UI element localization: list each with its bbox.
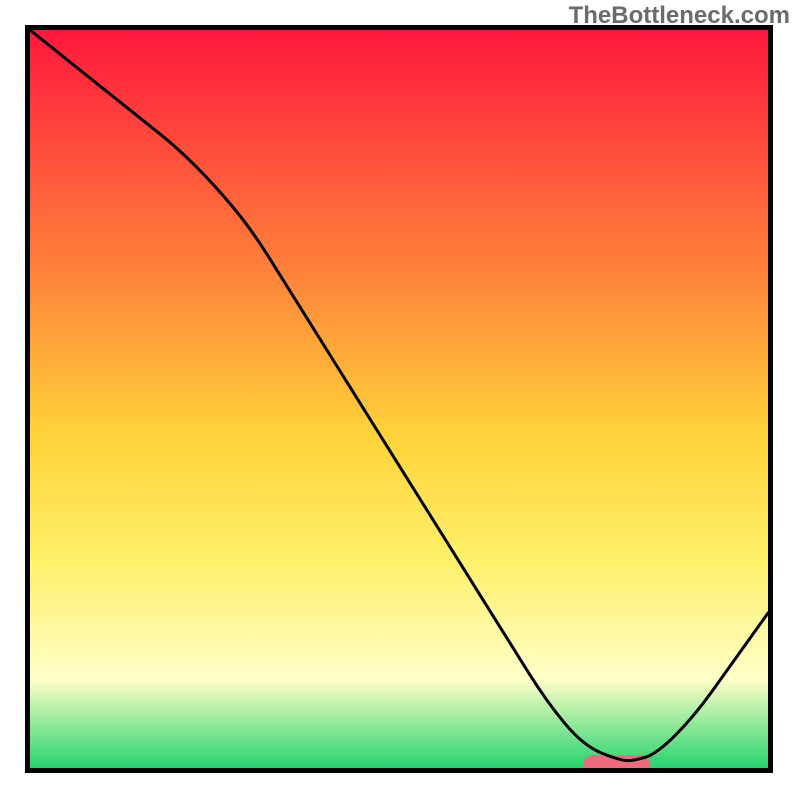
bottleneck-curve (30, 30, 768, 768)
chart-container: TheBottleneck.com (0, 0, 800, 800)
plot-area (30, 30, 768, 768)
